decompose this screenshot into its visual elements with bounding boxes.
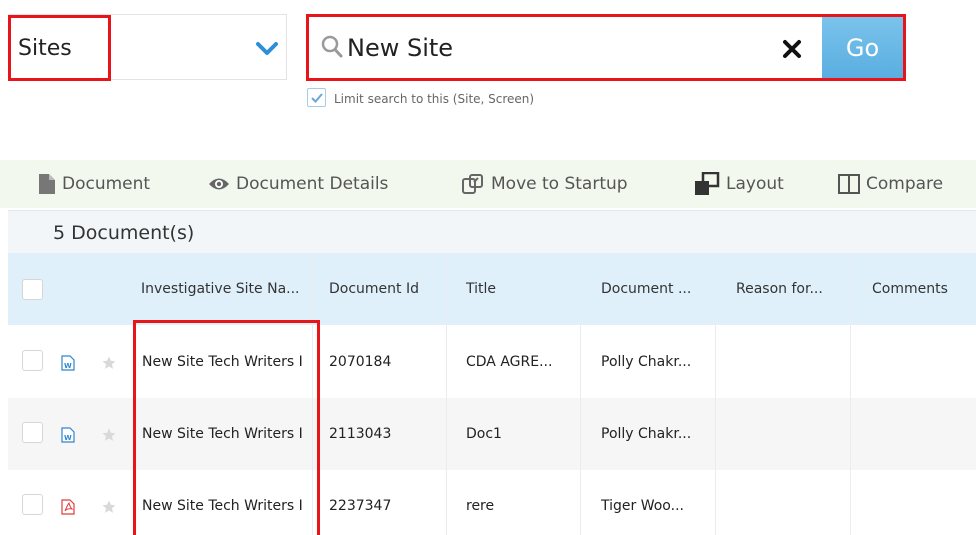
document-icon [39, 174, 55, 194]
checkmark-icon [310, 92, 323, 103]
limit-search-checkbox[interactable] [307, 88, 326, 107]
move-to-startup-label: Move to Startup [491, 174, 628, 194]
compare-button[interactable]: Compare [838, 160, 943, 208]
scope-highlight-box [8, 15, 111, 81]
document-id-cell: 2113043 [329, 426, 392, 442]
document-id-cell: 2237347 [329, 498, 392, 514]
site-name-column-highlight [133, 320, 320, 535]
column-divider [580, 253, 581, 535]
column-header-reason[interactable]: Reason for... [736, 253, 823, 325]
column-divider [715, 253, 716, 535]
star-icon[interactable] [102, 356, 116, 370]
row-checkbox[interactable] [22, 350, 43, 371]
column-header-comments[interactable]: Comments [872, 253, 948, 325]
row-checkbox[interactable] [22, 494, 43, 515]
column-header-document-owner[interactable]: Document ... [601, 253, 691, 325]
star-icon[interactable] [102, 500, 116, 514]
title-cell[interactable]: Doc1 [466, 398, 502, 470]
row-checkbox[interactable] [22, 422, 43, 443]
document-id-cell: 2070184 [329, 354, 392, 370]
document-owner-cell: Tiger Woo... [601, 498, 684, 514]
document-count: 5 Document(s) [53, 222, 195, 244]
word-file-icon[interactable]: W [61, 355, 75, 371]
move-to-startup-button[interactable]: Move to Startup [461, 160, 628, 208]
column-divider [446, 253, 447, 535]
layout-icon [695, 172, 720, 195]
compare-label: Compare [866, 174, 944, 194]
layout-label: Layout [726, 174, 784, 194]
document-button[interactable]: Document [38, 160, 150, 208]
eye-icon [209, 178, 229, 190]
column-header-document-id[interactable]: Document Id [329, 253, 419, 325]
layout-button[interactable]: Layout [694, 160, 784, 208]
document-owner-cell: Polly Chakr... [601, 426, 692, 442]
column-header-site-name[interactable]: Investigative Site Na... [141, 253, 300, 325]
document-label: Document [62, 174, 151, 194]
title-cell[interactable]: CDA AGRE... [466, 326, 552, 398]
move-icon [462, 174, 483, 194]
word-file-icon[interactable]: W [61, 427, 75, 443]
search-icon [320, 34, 344, 60]
chevron-down-icon[interactable] [250, 34, 284, 64]
go-button[interactable]: Go [822, 17, 903, 78]
star-icon[interactable] [102, 428, 116, 442]
search-input[interactable]: New Site [347, 32, 453, 64]
svg-text:W: W [64, 362, 72, 370]
limit-search-label: Limit search to this (Site, Screen) [334, 92, 535, 106]
select-all-checkbox[interactable] [22, 279, 43, 300]
document-details-label: Document Details [236, 174, 389, 194]
column-divider [850, 253, 851, 535]
document-owner-cell: Polly Chakr... [601, 354, 692, 370]
compare-icon [838, 174, 860, 194]
column-header-title[interactable]: Title [466, 253, 496, 325]
clear-icon[interactable] [780, 37, 804, 61]
pdf-file-icon[interactable] [61, 499, 75, 515]
title-cell[interactable]: rere [466, 470, 494, 535]
svg-text:W: W [64, 434, 72, 442]
document-details-button[interactable]: Document Details [208, 160, 388, 208]
